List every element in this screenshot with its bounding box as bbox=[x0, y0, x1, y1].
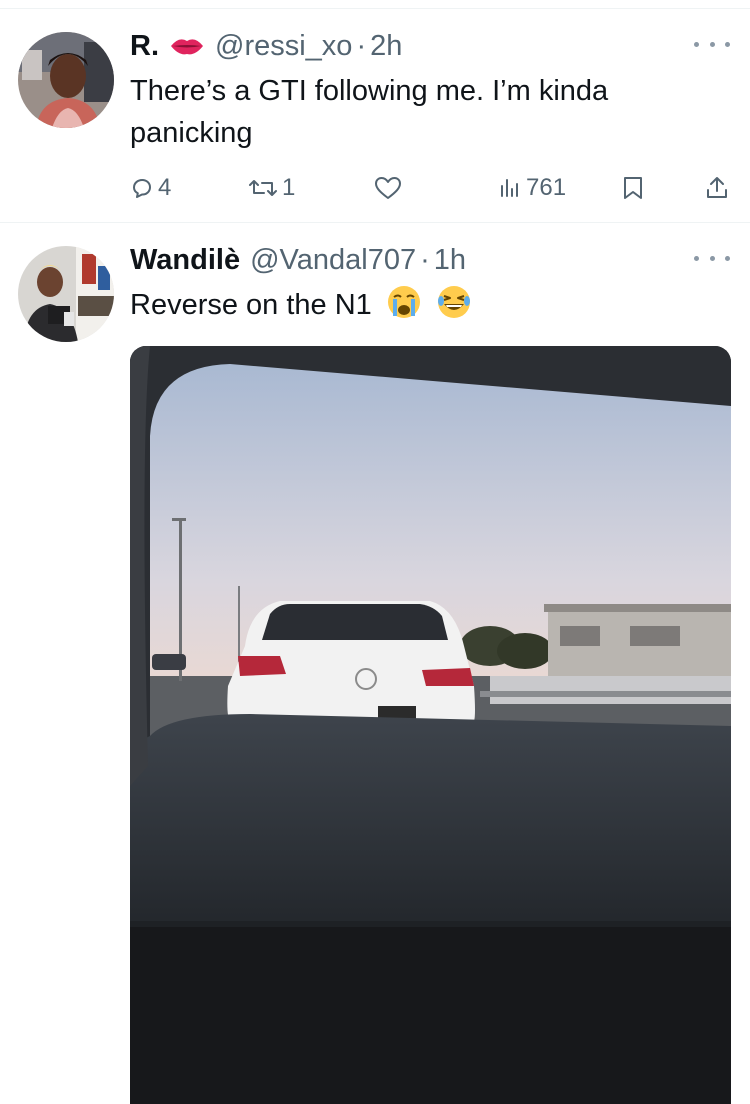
tweet-text: There’s a GTI following me. I’m kinda pa… bbox=[130, 75, 609, 149]
more-icon[interactable] bbox=[694, 252, 730, 264]
reply-count: 4 bbox=[158, 174, 172, 201]
bookmark-icon bbox=[622, 175, 644, 201]
retweet-icon bbox=[248, 176, 278, 200]
handle[interactable]: @ressi_xo bbox=[215, 30, 352, 63]
tweet-photo[interactable] bbox=[130, 346, 731, 1104]
tweet-header: R. @ressi_xo · 2h bbox=[130, 28, 402, 64]
timestamp[interactable]: 1h bbox=[434, 244, 466, 277]
share-button[interactable] bbox=[704, 168, 730, 208]
like-icon bbox=[374, 175, 402, 201]
display-name[interactable]: R. bbox=[130, 30, 159, 63]
avatar[interactable] bbox=[18, 246, 114, 342]
timestamp[interactable]: 2h bbox=[370, 30, 402, 63]
reply-icon bbox=[130, 176, 154, 200]
bookmark-button[interactable] bbox=[622, 168, 644, 208]
lips-emoji bbox=[169, 35, 205, 57]
separator: · bbox=[420, 243, 430, 276]
views-count: 761 bbox=[526, 174, 567, 201]
tweet-text-content: Reverse on the N1 bbox=[130, 289, 372, 321]
handle[interactable]: @Vandal707 bbox=[250, 244, 416, 277]
tweet[interactable]: Wandilè @Vandal707 · 1h Reverse on the N… bbox=[0, 232, 750, 1104]
retweet-button[interactable]: 1 bbox=[248, 168, 295, 208]
avatar[interactable] bbox=[18, 32, 114, 128]
more-icon[interactable] bbox=[694, 38, 730, 50]
reply-button[interactable]: 4 bbox=[130, 168, 171, 208]
retweet-count: 1 bbox=[282, 174, 296, 201]
laughing-emoji bbox=[436, 284, 472, 332]
share-icon bbox=[704, 175, 730, 201]
action-bar: 4 1 761 bbox=[130, 168, 730, 208]
tweet-divider bbox=[0, 222, 750, 223]
views-button[interactable]: 761 bbox=[498, 168, 566, 208]
separator: · bbox=[356, 29, 367, 62]
views-icon bbox=[498, 176, 522, 200]
crying-emoji bbox=[386, 284, 422, 332]
display-name[interactable]: Wandilè bbox=[130, 244, 240, 277]
tweet-text: Reverse on the N1 bbox=[130, 284, 720, 332]
tweet[interactable]: R. @ressi_xo · 2h There’s a GTI followin… bbox=[0, 18, 750, 222]
tweet-header: Wandilè @Vandal707 · 1h bbox=[130, 242, 466, 278]
like-button[interactable] bbox=[374, 168, 402, 208]
top-divider bbox=[0, 8, 750, 9]
